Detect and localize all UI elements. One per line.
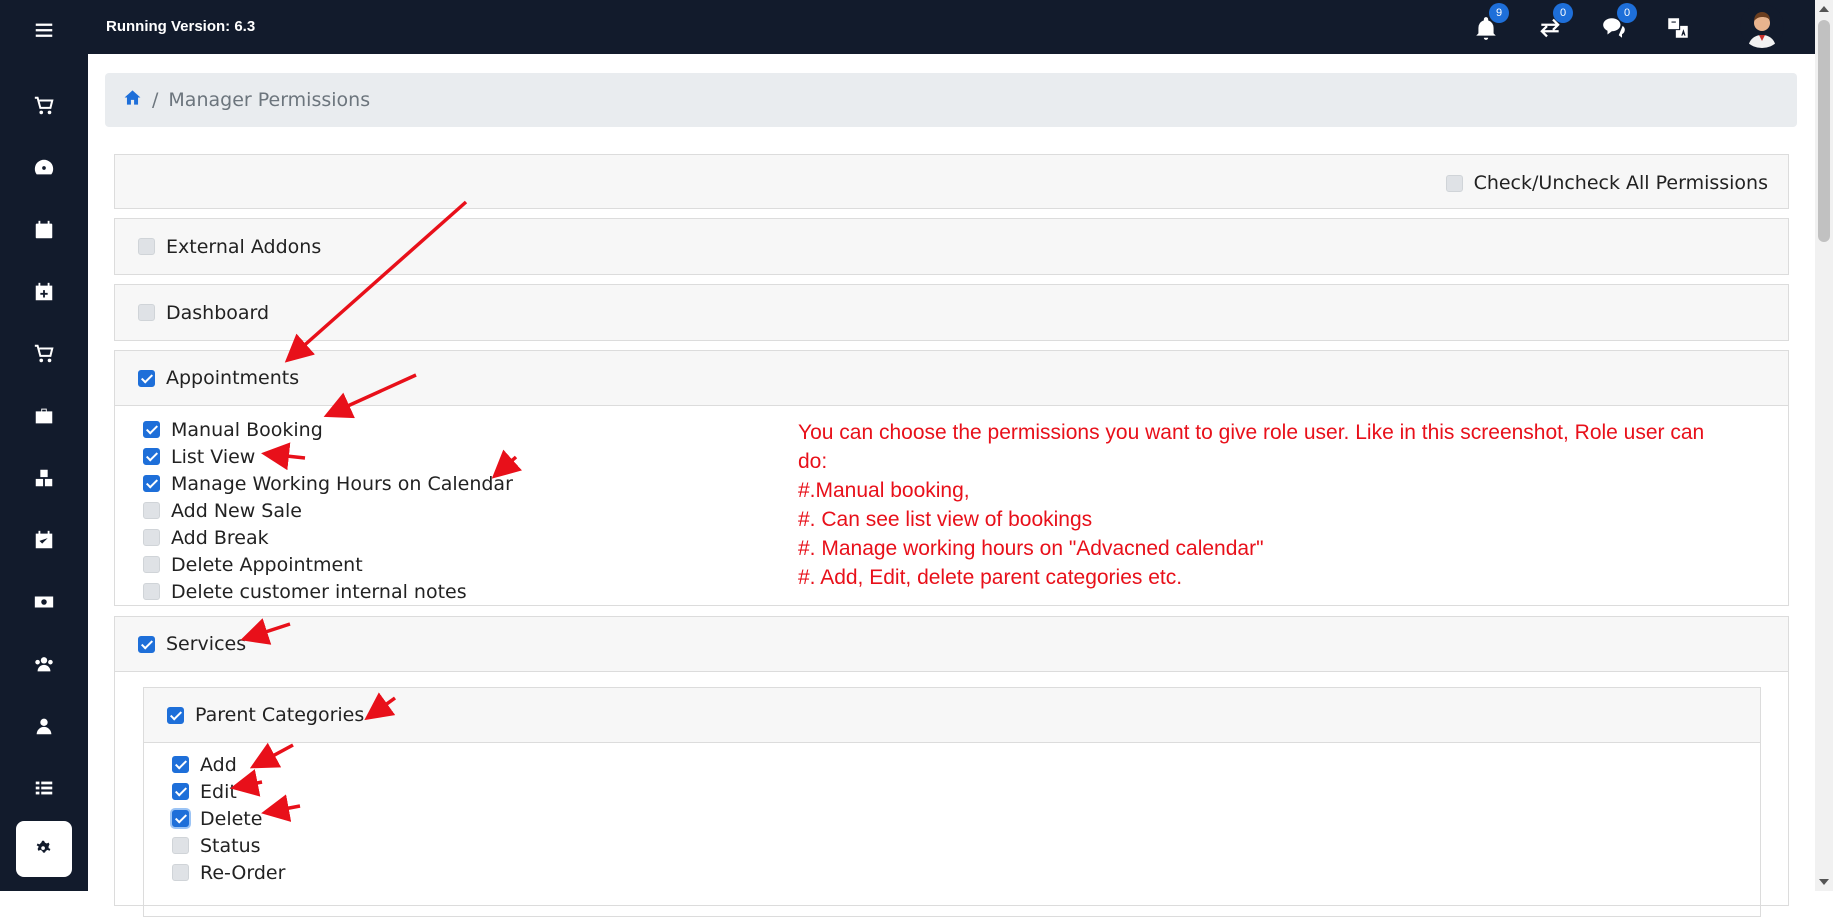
services-label: Services (166, 633, 247, 655)
category-delete-label: Delete (200, 807, 263, 830)
parent-categories-label: Parent Categories (195, 704, 365, 726)
annotation-line: #. Manage working hours on "Advacned cal… (798, 537, 1264, 560)
add-new-sale-checkbox[interactable] (143, 502, 160, 519)
add-new-sale-label: Add New Sale (171, 499, 302, 522)
scroll-thumb[interactable] (1818, 20, 1830, 242)
check-all-panel: Check/Uncheck All Permissions (114, 154, 1789, 209)
notifications-bell-icon[interactable]: 9 (1471, 3, 1509, 43)
annotation-line: #. Can see list view of bookings (798, 508, 1093, 531)
parent-categories-items: Add Edit Delete Status Re-Order (144, 743, 1760, 886)
category-delete-checkbox[interactable] (172, 810, 189, 827)
check-all-checkbox[interactable] (1445, 174, 1463, 192)
list-view-label: List View (171, 445, 256, 468)
parent-categories-checkbox[interactable] (167, 706, 184, 724)
add-break-checkbox[interactable] (143, 529, 160, 546)
breadcrumb: / Manager Permissions (105, 73, 1797, 127)
version-text: Running Version: 6.3 (106, 18, 256, 35)
category-status-checkbox[interactable] (172, 837, 189, 854)
external-addons-checkbox[interactable] (138, 238, 155, 255)
dashboard-icon[interactable] (16, 140, 72, 196)
list-view-checkbox[interactable] (143, 448, 160, 465)
delete-appointment-checkbox[interactable] (143, 556, 160, 573)
annotation-line: You can choose the permissions you want … (798, 421, 1705, 473)
page-scrollbar[interactable] (1815, 0, 1833, 891)
external-addons-label: External Addons (166, 235, 322, 258)
notifications-badge: 9 (1489, 3, 1509, 23)
messages-icon[interactable]: 0 (1599, 3, 1637, 43)
list-item: Status (172, 832, 1760, 859)
list-item: Add (172, 751, 1760, 778)
annotation-note: You can choose the permissions you want … (798, 418, 1718, 592)
annotation-line: #.Manual booking, (798, 479, 970, 502)
list-item: Edit (172, 778, 1760, 805)
calendar-check-icon[interactable] (16, 512, 72, 568)
category-reorder-checkbox[interactable] (172, 864, 189, 881)
appointments-checkbox[interactable] (138, 369, 155, 387)
category-edit-label: Edit (200, 780, 237, 803)
settings-gears-icon[interactable] (16, 821, 72, 877)
external-addons-panel: External Addons (114, 218, 1789, 275)
category-reorder-label: Re-Order (200, 861, 286, 884)
manage-working-hours-checkbox[interactable] (143, 475, 160, 492)
home-icon[interactable] (123, 88, 142, 112)
list-item: Re-Order (172, 859, 1760, 886)
top-bar: Running Version: 6.3 9 0 0 (88, 0, 1815, 54)
money-icon[interactable] (16, 574, 72, 630)
transfer-icon[interactable]: 0 (1535, 3, 1573, 43)
appointments-label: Appointments (166, 367, 300, 389)
category-edit-checkbox[interactable] (172, 783, 189, 800)
manage-working-hours-label: Manage Working Hours on Calendar (171, 472, 513, 495)
delete-internal-notes-checkbox[interactable] (143, 583, 160, 600)
dashboard-checkbox[interactable] (138, 304, 155, 321)
category-add-checkbox[interactable] (172, 756, 189, 773)
calendar-plus-icon[interactable] (16, 264, 72, 320)
manual-booking-checkbox[interactable] (143, 421, 160, 438)
add-break-label: Add Break (171, 526, 269, 549)
parent-categories-panel: Parent Categories Add Edit Delete Status… (143, 687, 1761, 917)
scroll-up-arrow[interactable] (1819, 6, 1829, 12)
dashboard-panel: Dashboard (114, 284, 1789, 341)
cart-icon[interactable] (16, 78, 72, 134)
category-add-label: Add (200, 753, 237, 776)
list-icon[interactable] (16, 760, 72, 816)
cubes-icon[interactable] (16, 450, 72, 506)
users-icon[interactable] (16, 636, 72, 692)
services-checkbox[interactable] (138, 635, 155, 653)
delete-appointment-label: Delete Appointment (171, 553, 363, 576)
menu-toggle-icon[interactable] (16, 2, 72, 58)
list-item: Delete (172, 805, 1760, 832)
transfers-badge: 0 (1553, 3, 1573, 23)
messages-badge: 0 (1617, 3, 1637, 23)
check-all-label: Check/Uncheck All Permissions (1473, 172, 1768, 194)
user-avatar[interactable] (1740, 4, 1784, 48)
annotation-line: #. Add, Edit, delete parent categories e… (798, 566, 1183, 589)
dashboard-label: Dashboard (166, 301, 270, 324)
briefcase-icon[interactable] (16, 388, 72, 444)
category-status-label: Status (200, 834, 261, 857)
services-panel: Services Parent Categories Add Edit Dele… (114, 616, 1789, 917)
shop-cart-icon[interactable] (16, 326, 72, 382)
language-translate-icon[interactable] (1663, 13, 1693, 43)
user-icon[interactable] (16, 698, 72, 754)
manual-booking-label: Manual Booking (171, 418, 323, 441)
delete-internal-notes-label: Delete customer internal notes (171, 580, 467, 603)
calendar-icon[interactable] (16, 202, 72, 258)
breadcrumb-separator: / (152, 89, 159, 111)
breadcrumb-current: Manager Permissions (168, 89, 371, 111)
scroll-down-arrow[interactable] (1819, 879, 1829, 885)
sidebar (0, 0, 88, 891)
